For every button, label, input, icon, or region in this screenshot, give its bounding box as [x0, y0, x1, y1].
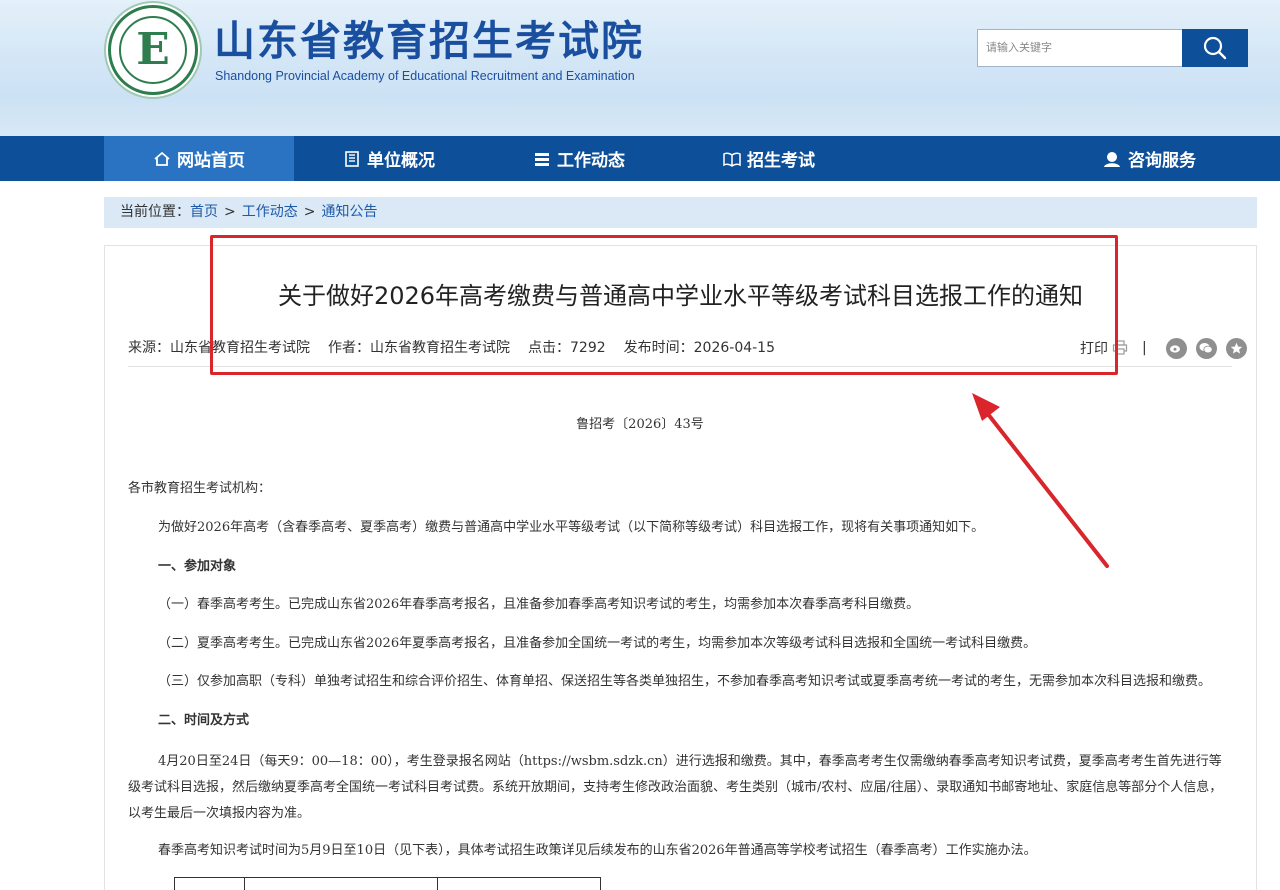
site-header: E 山东省教育招生考试院 Shandong Provincial Academy… [0, 0, 1280, 136]
list-icon [535, 152, 549, 166]
breadcrumb-news[interactable]: 工作动态 [242, 204, 298, 220]
search-input[interactable]: 请输入关键字 [977, 29, 1183, 67]
wechat-icon[interactable] [1195, 337, 1217, 359]
nav-label: 招生考试 [747, 151, 815, 171]
nav-item-consult[interactable]: 咨询服务 [1054, 136, 1244, 181]
intro-paragraph: 为做好2026年高考（含春季高考、夏季高考）缴费与普通高中学业水平等级考试（以下… [158, 520, 985, 535]
nav-label: 单位概况 [367, 151, 435, 171]
breadcrumb-home[interactable]: 首页 [190, 204, 218, 220]
nav-item-home[interactable]: 网站首页 [104, 136, 294, 181]
table-divider [437, 878, 438, 890]
breadcrumb-separator: > [303, 204, 316, 220]
spring-exam-paragraph: 春季高考知识考试时间为5月9日至10日（见下表），具体考试招生政策详见后续发布的… [158, 843, 1037, 858]
annotation-highlight-box [210, 235, 1118, 375]
site-title-en: Shandong Provincial Academy of Education… [215, 69, 635, 83]
breadcrumb: 当前位置：首页 > 工作动态 > 通知公告 [104, 197, 1257, 228]
list-item: （二）夏季高考考生。已完成山东省2026年夏季高考报名，且准备参加全国统一考试的… [158, 636, 1037, 651]
annotation-arrow-icon [972, 393, 1109, 568]
nav-item-overview[interactable]: 单位概况 [294, 136, 484, 181]
site-title-cn[interactable]: 山东省教育招生考试院 [214, 16, 644, 66]
header-background [0, 96, 1280, 136]
table-divider [244, 878, 245, 890]
weibo-icon[interactable] [1165, 337, 1187, 359]
building-icon [345, 150, 359, 167]
time-paragraph: 4月20日至24日（每天9：00—18：00），考生登录报名网站（https:/… [128, 749, 1232, 827]
nav-label: 咨询服务 [1128, 151, 1196, 171]
nav-label: 网站首页 [177, 151, 245, 171]
nav-item-blank[interactable] [864, 136, 1054, 181]
nav-item-news[interactable]: 工作动态 [484, 136, 674, 181]
breadcrumb-prefix: 当前位置： [120, 204, 190, 220]
main-nav: 网站首页 单位概况 工作动态 招生考试 咨询服务 [0, 136, 1280, 181]
list-item: （一）春季高考考生。已完成山东省2026年春季高考报名，且准备参加春季高考知识考… [158, 597, 920, 612]
exam-schedule-table [174, 877, 601, 890]
book-icon [723, 152, 741, 167]
section-heading: 一、参加对象 [158, 559, 237, 574]
breadcrumb-notices[interactable]: 通知公告 [321, 204, 377, 220]
seal-letter: E [136, 24, 170, 75]
salutation: 各市教育招生考试机构： [128, 481, 272, 496]
section-heading: 二、时间及方式 [158, 713, 250, 728]
academy-seal-logo[interactable]: E [108, 5, 198, 95]
nav-item-admission[interactable]: 招生考试 [674, 136, 864, 181]
home-icon [154, 151, 170, 166]
nav-label: 工作动态 [557, 151, 625, 171]
breadcrumb-separator: > [224, 204, 236, 220]
tools-separator: | [1142, 340, 1147, 356]
user-service-icon [1104, 151, 1120, 167]
search-button[interactable] [1182, 29, 1248, 67]
favorite-icon[interactable] [1225, 337, 1247, 359]
list-item: （三）仅参加高职（专科）单独考试招生和综合评价招生、体育单招、保送招生等各类单独… [158, 674, 1212, 689]
time-paragraph-text: 4月20日至24日（每天9：00—18：00），考生登录报名网站（https:/… [128, 754, 1223, 821]
search-icon [1203, 36, 1227, 60]
